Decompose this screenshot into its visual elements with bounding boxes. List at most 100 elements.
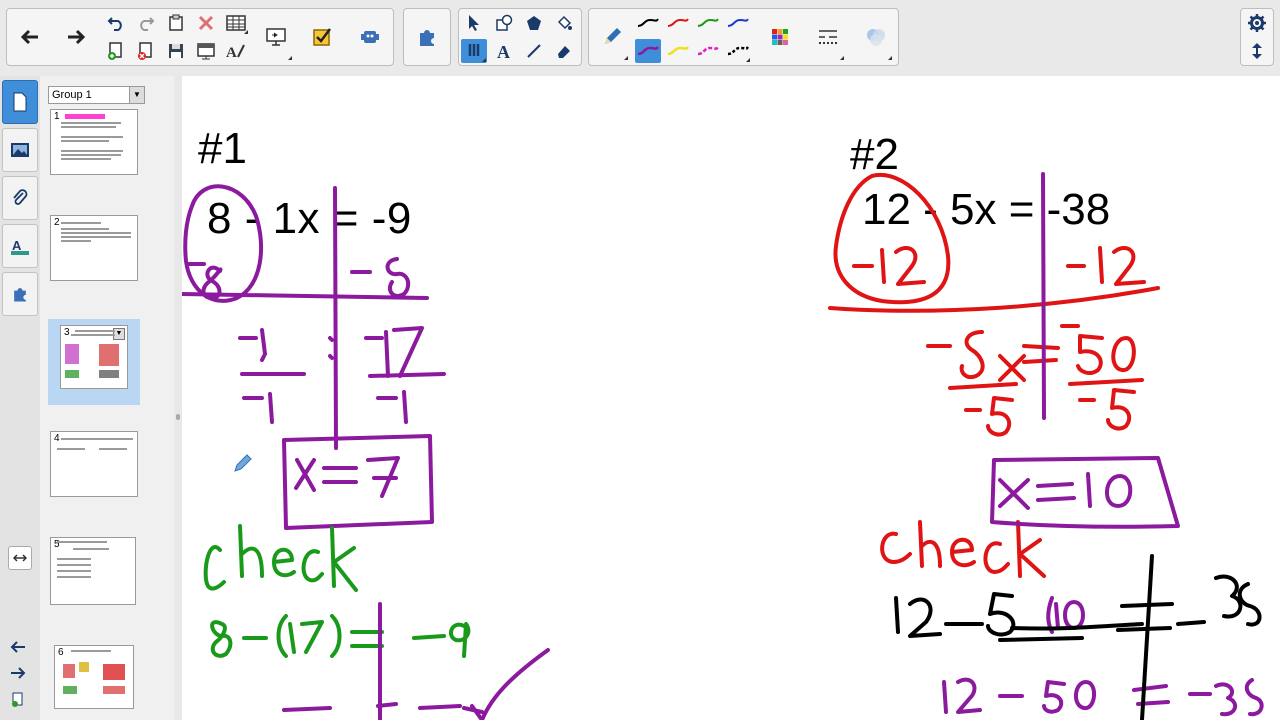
select-tool-button[interactable] [461, 11, 487, 35]
color-palette-button[interactable] [763, 13, 797, 61]
pen-style-blue[interactable] [725, 11, 751, 35]
response-button[interactable] [305, 13, 339, 61]
paste-button[interactable] [163, 11, 189, 35]
tab-attachments[interactable] [2, 176, 38, 220]
whiteboard-canvas[interactable]: #1 8 - 1x = -9 #2 12 - 5x = -38 [182, 76, 1280, 720]
checkbox-icon [313, 28, 331, 46]
line-style-icon [819, 30, 837, 44]
group-dropdown-label: Group 1 [52, 89, 92, 101]
panel-splitter[interactable] [174, 76, 182, 720]
page-thumbnail-6[interactable]: 6 [54, 645, 134, 709]
paperclip-icon [13, 189, 28, 205]
puzzle-addon-button[interactable] [410, 13, 444, 61]
clipboard-icon [169, 14, 183, 31]
squiggle-green-icon [697, 18, 719, 27]
page-number: 4 [54, 433, 60, 444]
page-thumbnail-1[interactable]: 1 [50, 109, 138, 175]
addons-button[interactable] [353, 13, 387, 61]
next-page-button[interactable] [59, 13, 93, 61]
svg-text:A: A [226, 45, 237, 61]
screen-shade-button[interactable] [193, 39, 219, 63]
text-a-icon: A [497, 42, 510, 60]
squiggle-yellow-icon [667, 46, 690, 56]
puzzle-piece-icon [14, 288, 26, 302]
pencil-icon [605, 28, 621, 44]
paint-bucket-icon [557, 15, 572, 30]
pen-style-green[interactable] [695, 11, 721, 35]
document-camera-button[interactable] [259, 13, 293, 61]
move-sidebar-left-button[interactable] [10, 640, 26, 659]
line-style-button[interactable] [811, 13, 845, 61]
eraser-icon [558, 46, 570, 58]
properties-icon: A [11, 238, 29, 255]
page-number: 3 [64, 327, 70, 338]
svg-text:A: A [12, 238, 22, 253]
fill-tool-button[interactable] [551, 11, 577, 35]
toolbar-group-tools: A [458, 8, 582, 66]
add-page-icon [12, 692, 23, 707]
squiggle-black-icon [637, 18, 659, 27]
add-page-small-button[interactable] [11, 692, 25, 713]
toolbar-group-pen-styles [588, 8, 899, 66]
pen-style-black-dashed[interactable] [725, 39, 751, 63]
previous-page-button[interactable] [13, 13, 47, 61]
squiggle-magenta-icon [697, 46, 720, 56]
toolbar-group-settings [1240, 8, 1274, 66]
toolbar-group-navigation: A [6, 8, 394, 66]
ink-annotations [182, 172, 1264, 720]
main-toolbar: A A [0, 0, 1280, 77]
redo-button[interactable] [133, 11, 159, 35]
insert-table-button[interactable] [223, 11, 249, 35]
pen-tool-button[interactable] [461, 39, 487, 63]
pen-cursor [232, 452, 254, 479]
pen-style-magenta-dashed[interactable] [695, 39, 721, 63]
regular-polygon-tool-button[interactable] [521, 11, 547, 35]
tab-page-sorter[interactable] [2, 80, 38, 124]
group-dropdown[interactable]: Group 1 ▼ [48, 86, 145, 104]
shapes-icon [496, 14, 513, 31]
toolbar-position-button[interactable] [1244, 39, 1270, 63]
page-thumbnail-3[interactable]: 3 ▼ [60, 325, 128, 389]
pen-style-black[interactable] [635, 11, 661, 35]
pen-style-purple[interactable] [635, 39, 661, 63]
undo-button[interactable] [103, 11, 129, 35]
tab-gallery[interactable] [2, 128, 38, 172]
pens-icon [468, 44, 480, 56]
delete-page-button[interactable] [133, 39, 159, 63]
shapes-tool-button[interactable] [491, 11, 517, 35]
tab-properties[interactable]: A [2, 224, 38, 268]
move-sidebar-right-button[interactable] [10, 666, 26, 685]
robot-icon [361, 31, 379, 43]
floppy-disk-icon [169, 44, 183, 58]
page-thumbnail-5[interactable]: 5 [50, 537, 136, 605]
transparency-icon [867, 29, 885, 46]
page-thumbnail-4[interactable]: 4 [50, 431, 138, 497]
puzzle-piece-icon [420, 30, 434, 46]
page-thumbnail-2[interactable]: 2 [50, 215, 138, 281]
handwriting-recognition-button[interactable]: A [223, 39, 249, 63]
pen-style-red[interactable] [665, 11, 691, 35]
save-button[interactable] [163, 39, 189, 63]
cursor-arrow-icon [469, 15, 479, 31]
squiggle-dashed-icon [727, 46, 750, 56]
text-tool-button[interactable]: A [491, 39, 517, 63]
delete-button[interactable] [193, 11, 219, 35]
add-page-button[interactable] [103, 39, 129, 63]
eraser-tool-button[interactable] [551, 39, 577, 63]
settings-button[interactable] [1244, 11, 1270, 35]
transparency-button[interactable] [859, 13, 893, 61]
page-sorter: Group 1 ▼ 1 2 3 ▼ 4 5 6 [40, 76, 181, 720]
tab-addons[interactable] [2, 272, 38, 316]
gallery-image-icon [11, 143, 29, 157]
toolbar-group-addons [403, 8, 451, 66]
line-tool-button[interactable] [521, 39, 547, 63]
pen-type-button[interactable] [595, 13, 629, 61]
squiggle-blue-icon [727, 18, 749, 27]
page-number: 2 [54, 217, 60, 228]
auto-hide-toggle[interactable] [8, 546, 32, 570]
arrow-left-icon [20, 29, 38, 45]
problem1-check-green-ink [203, 524, 471, 658]
pen-style-yellow[interactable] [665, 39, 691, 63]
color-grid-icon [772, 29, 788, 45]
side-tab-strip: A [0, 76, 41, 720]
